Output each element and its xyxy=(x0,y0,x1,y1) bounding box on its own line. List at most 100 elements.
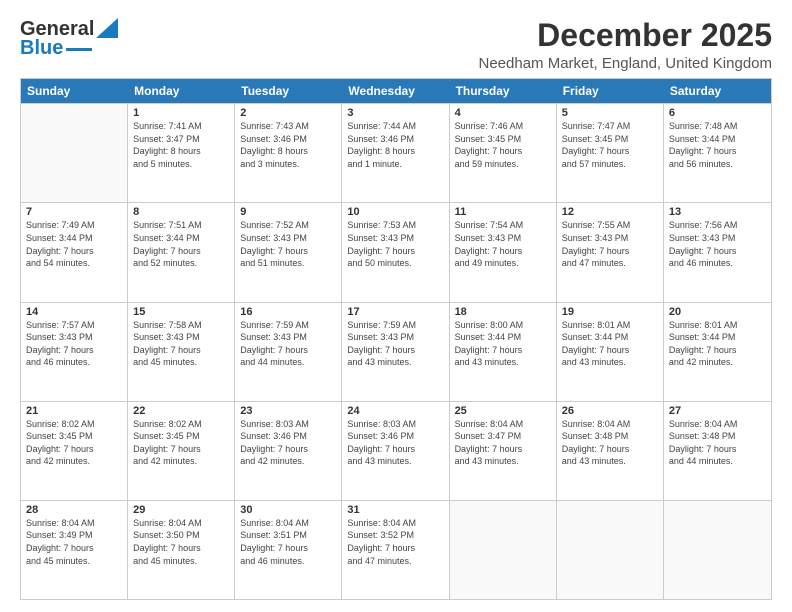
cal-row-4: 28Sunrise: 8:04 AMSunset: 3:49 PMDayligh… xyxy=(21,500,771,599)
day-number: 2 xyxy=(240,107,336,119)
day-info: Sunrise: 7:54 AMSunset: 3:43 PMDaylight:… xyxy=(455,219,551,269)
cal-cell: 26Sunrise: 8:04 AMSunset: 3:48 PMDayligh… xyxy=(557,402,664,500)
header-monday: Monday xyxy=(128,79,235,103)
day-info: Sunrise: 7:43 AMSunset: 3:46 PMDaylight:… xyxy=(240,120,336,170)
day-number: 6 xyxy=(669,107,766,119)
day-number: 8 xyxy=(133,206,229,218)
cal-cell: 5Sunrise: 7:47 AMSunset: 3:45 PMDaylight… xyxy=(557,104,664,202)
cal-cell: 19Sunrise: 8:01 AMSunset: 3:44 PMDayligh… xyxy=(557,303,664,401)
day-number: 31 xyxy=(347,504,443,516)
day-info: Sunrise: 8:03 AMSunset: 3:46 PMDaylight:… xyxy=(347,418,443,468)
header-friday: Friday xyxy=(557,79,664,103)
calendar-header: Sunday Monday Tuesday Wednesday Thursday… xyxy=(21,79,771,103)
cal-cell: 17Sunrise: 7:59 AMSunset: 3:43 PMDayligh… xyxy=(342,303,449,401)
day-number: 18 xyxy=(455,306,551,318)
cal-cell: 31Sunrise: 8:04 AMSunset: 3:52 PMDayligh… xyxy=(342,501,449,599)
cal-cell: 3Sunrise: 7:44 AMSunset: 3:46 PMDaylight… xyxy=(342,104,449,202)
cal-cell: 14Sunrise: 7:57 AMSunset: 3:43 PMDayligh… xyxy=(21,303,128,401)
cal-cell: 24Sunrise: 8:03 AMSunset: 3:46 PMDayligh… xyxy=(342,402,449,500)
cal-cell: 12Sunrise: 7:55 AMSunset: 3:43 PMDayligh… xyxy=(557,203,664,301)
subtitle: Needham Market, England, United Kingdom xyxy=(479,55,773,72)
day-info: Sunrise: 8:04 AMSunset: 3:47 PMDaylight:… xyxy=(455,418,551,468)
day-number: 26 xyxy=(562,405,658,417)
month-title: December 2025 xyxy=(479,18,773,53)
cal-cell: 28Sunrise: 8:04 AMSunset: 3:49 PMDayligh… xyxy=(21,501,128,599)
header-saturday: Saturday xyxy=(664,79,771,103)
day-number: 1 xyxy=(133,107,229,119)
cal-cell: 21Sunrise: 8:02 AMSunset: 3:45 PMDayligh… xyxy=(21,402,128,500)
day-info: Sunrise: 8:04 AMSunset: 3:49 PMDaylight:… xyxy=(26,517,122,567)
cal-cell: 15Sunrise: 7:58 AMSunset: 3:43 PMDayligh… xyxy=(128,303,235,401)
day-info: Sunrise: 7:59 AMSunset: 3:43 PMDaylight:… xyxy=(240,319,336,369)
header: General Blue December 2025 Needham Marke… xyxy=(20,18,772,72)
day-number: 13 xyxy=(669,206,766,218)
logo-blue-text: Blue xyxy=(20,37,63,60)
day-info: Sunrise: 7:47 AMSunset: 3:45 PMDaylight:… xyxy=(562,120,658,170)
day-number: 24 xyxy=(347,405,443,417)
day-info: Sunrise: 7:56 AMSunset: 3:43 PMDaylight:… xyxy=(669,219,766,269)
day-number: 28 xyxy=(26,504,122,516)
day-number: 23 xyxy=(240,405,336,417)
day-number: 9 xyxy=(240,206,336,218)
cal-cell: 29Sunrise: 8:04 AMSunset: 3:50 PMDayligh… xyxy=(128,501,235,599)
day-number: 29 xyxy=(133,504,229,516)
cal-row-0: 1Sunrise: 7:41 AMSunset: 3:47 PMDaylight… xyxy=(21,103,771,202)
logo-icon xyxy=(96,18,118,38)
day-info: Sunrise: 8:04 AMSunset: 3:48 PMDaylight:… xyxy=(562,418,658,468)
page: General Blue December 2025 Needham Marke… xyxy=(0,0,792,612)
cal-cell xyxy=(557,501,664,599)
logo: General Blue xyxy=(20,18,118,60)
cal-cell: 23Sunrise: 8:03 AMSunset: 3:46 PMDayligh… xyxy=(235,402,342,500)
cal-cell: 6Sunrise: 7:48 AMSunset: 3:44 PMDaylight… xyxy=(664,104,771,202)
day-number: 19 xyxy=(562,306,658,318)
cal-cell: 11Sunrise: 7:54 AMSunset: 3:43 PMDayligh… xyxy=(450,203,557,301)
day-number: 7 xyxy=(26,206,122,218)
cal-cell: 16Sunrise: 7:59 AMSunset: 3:43 PMDayligh… xyxy=(235,303,342,401)
day-number: 5 xyxy=(562,107,658,119)
day-info: Sunrise: 8:01 AMSunset: 3:44 PMDaylight:… xyxy=(562,319,658,369)
day-number: 27 xyxy=(669,405,766,417)
day-number: 12 xyxy=(562,206,658,218)
day-info: Sunrise: 7:44 AMSunset: 3:46 PMDaylight:… xyxy=(347,120,443,170)
cal-cell: 30Sunrise: 8:04 AMSunset: 3:51 PMDayligh… xyxy=(235,501,342,599)
header-thursday: Thursday xyxy=(450,79,557,103)
calendar-body: 1Sunrise: 7:41 AMSunset: 3:47 PMDaylight… xyxy=(21,103,771,599)
cal-cell: 2Sunrise: 7:43 AMSunset: 3:46 PMDaylight… xyxy=(235,104,342,202)
cal-cell xyxy=(450,501,557,599)
day-info: Sunrise: 8:02 AMSunset: 3:45 PMDaylight:… xyxy=(26,418,122,468)
cal-cell: 4Sunrise: 7:46 AMSunset: 3:45 PMDaylight… xyxy=(450,104,557,202)
day-number: 30 xyxy=(240,504,336,516)
cal-cell: 13Sunrise: 7:56 AMSunset: 3:43 PMDayligh… xyxy=(664,203,771,301)
day-info: Sunrise: 7:53 AMSunset: 3:43 PMDaylight:… xyxy=(347,219,443,269)
day-number: 10 xyxy=(347,206,443,218)
day-info: Sunrise: 8:04 AMSunset: 3:48 PMDaylight:… xyxy=(669,418,766,468)
cal-cell: 20Sunrise: 8:01 AMSunset: 3:44 PMDayligh… xyxy=(664,303,771,401)
day-info: Sunrise: 8:03 AMSunset: 3:46 PMDaylight:… xyxy=(240,418,336,468)
day-number: 25 xyxy=(455,405,551,417)
day-info: Sunrise: 7:52 AMSunset: 3:43 PMDaylight:… xyxy=(240,219,336,269)
day-number: 20 xyxy=(669,306,766,318)
day-info: Sunrise: 7:57 AMSunset: 3:43 PMDaylight:… xyxy=(26,319,122,369)
day-number: 3 xyxy=(347,107,443,119)
cal-row-1: 7Sunrise: 7:49 AMSunset: 3:44 PMDaylight… xyxy=(21,202,771,301)
header-tuesday: Tuesday xyxy=(235,79,342,103)
cal-cell: 10Sunrise: 7:53 AMSunset: 3:43 PMDayligh… xyxy=(342,203,449,301)
cal-cell: 8Sunrise: 7:51 AMSunset: 3:44 PMDaylight… xyxy=(128,203,235,301)
day-info: Sunrise: 7:59 AMSunset: 3:43 PMDaylight:… xyxy=(347,319,443,369)
logo-underline xyxy=(66,48,92,51)
day-info: Sunrise: 7:51 AMSunset: 3:44 PMDaylight:… xyxy=(133,219,229,269)
day-info: Sunrise: 8:04 AMSunset: 3:51 PMDaylight:… xyxy=(240,517,336,567)
cal-row-3: 21Sunrise: 8:02 AMSunset: 3:45 PMDayligh… xyxy=(21,401,771,500)
day-info: Sunrise: 7:58 AMSunset: 3:43 PMDaylight:… xyxy=(133,319,229,369)
day-info: Sunrise: 8:04 AMSunset: 3:50 PMDaylight:… xyxy=(133,517,229,567)
cal-cell: 18Sunrise: 8:00 AMSunset: 3:44 PMDayligh… xyxy=(450,303,557,401)
day-info: Sunrise: 8:00 AMSunset: 3:44 PMDaylight:… xyxy=(455,319,551,369)
day-info: Sunrise: 7:41 AMSunset: 3:47 PMDaylight:… xyxy=(133,120,229,170)
day-number: 17 xyxy=(347,306,443,318)
title-area: December 2025 Needham Market, England, U… xyxy=(479,18,773,72)
cal-cell: 1Sunrise: 7:41 AMSunset: 3:47 PMDaylight… xyxy=(128,104,235,202)
cal-cell: 9Sunrise: 7:52 AMSunset: 3:43 PMDaylight… xyxy=(235,203,342,301)
day-info: Sunrise: 7:48 AMSunset: 3:44 PMDaylight:… xyxy=(669,120,766,170)
day-number: 21 xyxy=(26,405,122,417)
calendar: Sunday Monday Tuesday Wednesday Thursday… xyxy=(20,78,772,600)
